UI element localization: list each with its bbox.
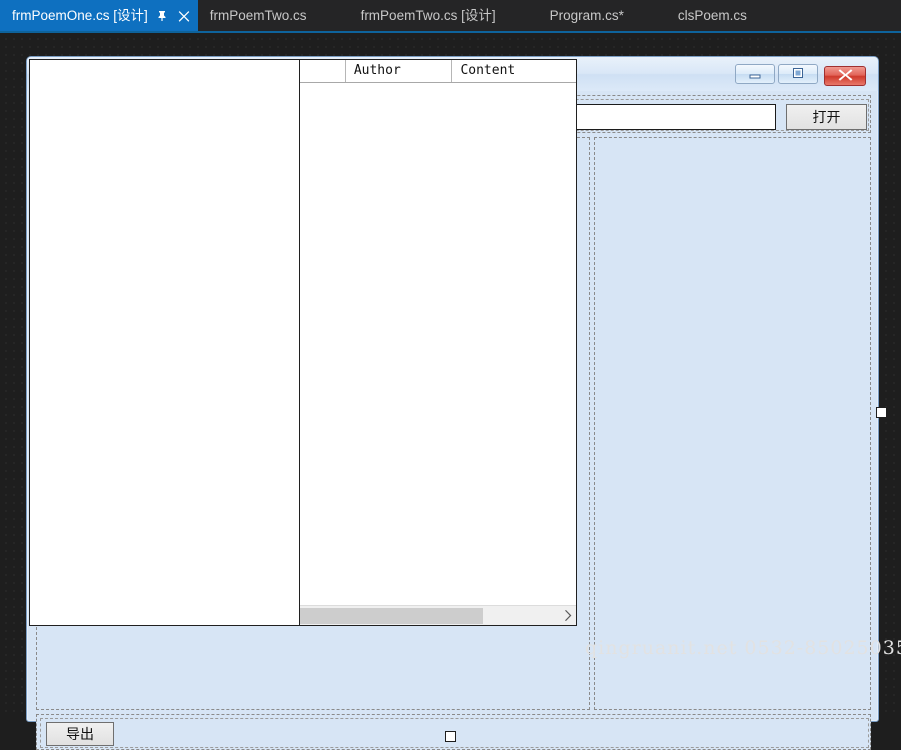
- close-icon[interactable]: [176, 8, 192, 24]
- resize-handle-right[interactable]: [876, 407, 887, 418]
- pin-icon[interactable]: [154, 8, 170, 24]
- right-panel-selection-outline: [594, 137, 871, 710]
- maximize-icon: [791, 66, 805, 83]
- tab-clsPoem[interactable]: clsPoem.cs: [666, 0, 759, 31]
- open-button[interactable]: 打开: [786, 104, 867, 130]
- close-button[interactable]: [824, 66, 866, 86]
- tab-label: Program.cs*: [549, 8, 624, 23]
- column-header-content[interactable]: Content: [452, 60, 576, 82]
- tab-program[interactable]: Program.cs*: [538, 0, 636, 31]
- export-button[interactable]: 导出: [46, 722, 114, 746]
- design-form[interactable]: 匹配唐诗三百首 打开: [26, 56, 879, 750]
- winforms-designer-surface[interactable]: 匹配唐诗三百首 打开: [0, 33, 901, 750]
- minimize-icon: [747, 67, 763, 82]
- tab-gap: [636, 0, 666, 33]
- minimize-button[interactable]: [735, 64, 775, 84]
- tab-frmPoemTwo-design[interactable]: frmPoemTwo.cs [设计]: [349, 0, 508, 31]
- editor-tab-strip: frmPoemOne.cs [设计] frmPoemTwo.cs frmPoem…: [0, 0, 901, 33]
- poem-result-textbox[interactable]: [29, 59, 300, 626]
- column-header-author[interactable]: Author: [345, 60, 453, 82]
- tab-gap: [319, 0, 349, 33]
- resize-handle-bottom[interactable]: [445, 731, 456, 742]
- tab-frmPoemOne-design[interactable]: frmPoemOne.cs [设计]: [0, 0, 198, 31]
- tab-frmPoemTwo[interactable]: frmPoemTwo.cs: [198, 0, 319, 31]
- tab-label: clsPoem.cs: [677, 8, 747, 23]
- tab-label: frmPoemTwo.cs [设计]: [360, 8, 496, 23]
- tab-gap: [508, 0, 538, 33]
- tab-label: frmPoemOne.cs [设计]: [12, 8, 148, 23]
- close-icon: [838, 68, 853, 84]
- maximize-button[interactable]: [778, 64, 818, 84]
- tab-label: frmPoemTwo.cs: [209, 8, 307, 23]
- chevron-right-icon[interactable]: [559, 606, 576, 625]
